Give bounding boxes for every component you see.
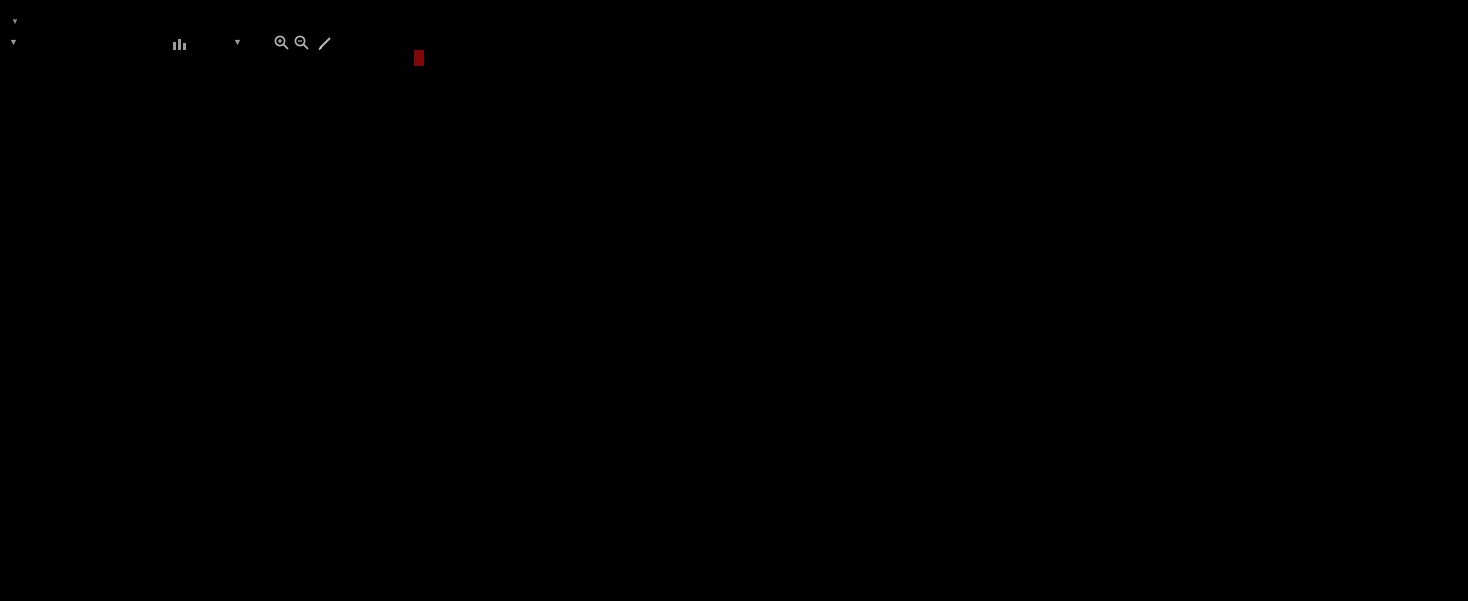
charting-app-window: ▼ ▼ ▼ [0, 0, 1468, 601]
price-chart-canvas[interactable] [0, 0, 1468, 601]
